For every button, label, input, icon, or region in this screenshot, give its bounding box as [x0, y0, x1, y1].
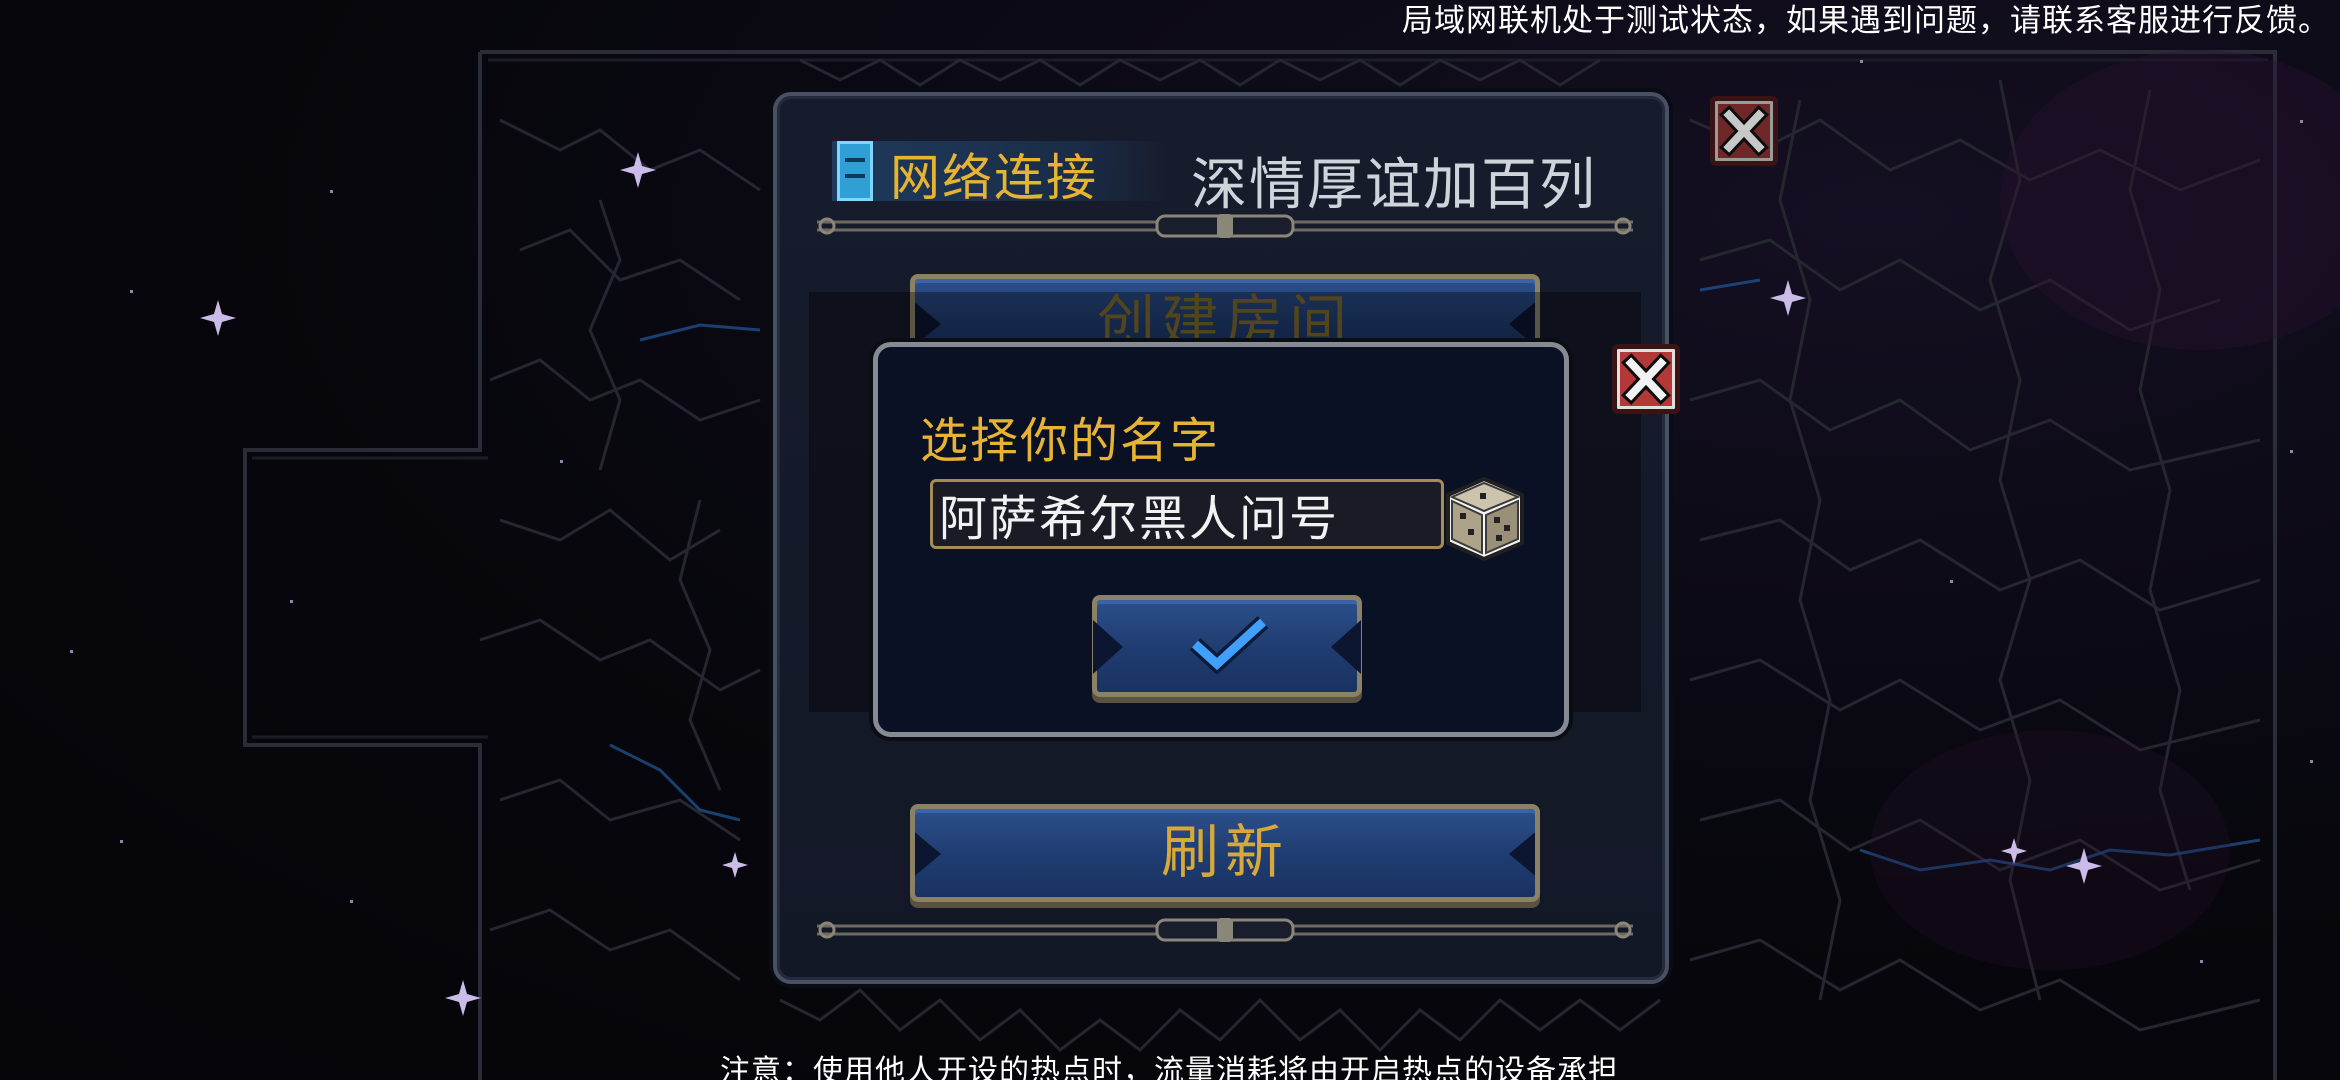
dice-icon: [1446, 476, 1524, 562]
choose-name-title: 选择你的名字: [920, 413, 1221, 469]
network-icon: [837, 141, 873, 201]
close-icon: [1621, 353, 1671, 405]
choose-name-dialog: 选择你的名字: [873, 342, 1569, 737]
game-screen: 局域网联机处于测试状态，如果遇到问题，请联系客服进行反馈。 网络连接 深情厚谊加…: [0, 0, 2340, 1080]
name-dialog-close-button[interactable]: [1612, 344, 1680, 414]
hotspot-notice: 注意：使用他人开设的热点时，流量消耗将由开启热点的设备承担: [720, 1054, 1619, 1080]
check-icon: [1189, 616, 1269, 674]
player-name-display: 深情厚谊加百列: [1191, 153, 1597, 218]
network-panel-title: 网络连接: [890, 149, 1098, 207]
random-name-button[interactable]: [1438, 473, 1530, 563]
name-input[interactable]: [930, 479, 1444, 549]
network-panel-close-button[interactable]: [1710, 96, 1778, 166]
lan-test-notice: 局域网联机处于测试状态，如果遇到问题，请联系客服进行反馈。: [1402, 3, 2330, 39]
close-icon: [1719, 105, 1769, 157]
bottom-ornament-divider: [817, 918, 1633, 942]
confirm-name-button[interactable]: [1092, 595, 1362, 697]
refresh-button[interactable]: 刷新: [910, 804, 1540, 902]
top-ornament-divider: [817, 214, 1633, 238]
